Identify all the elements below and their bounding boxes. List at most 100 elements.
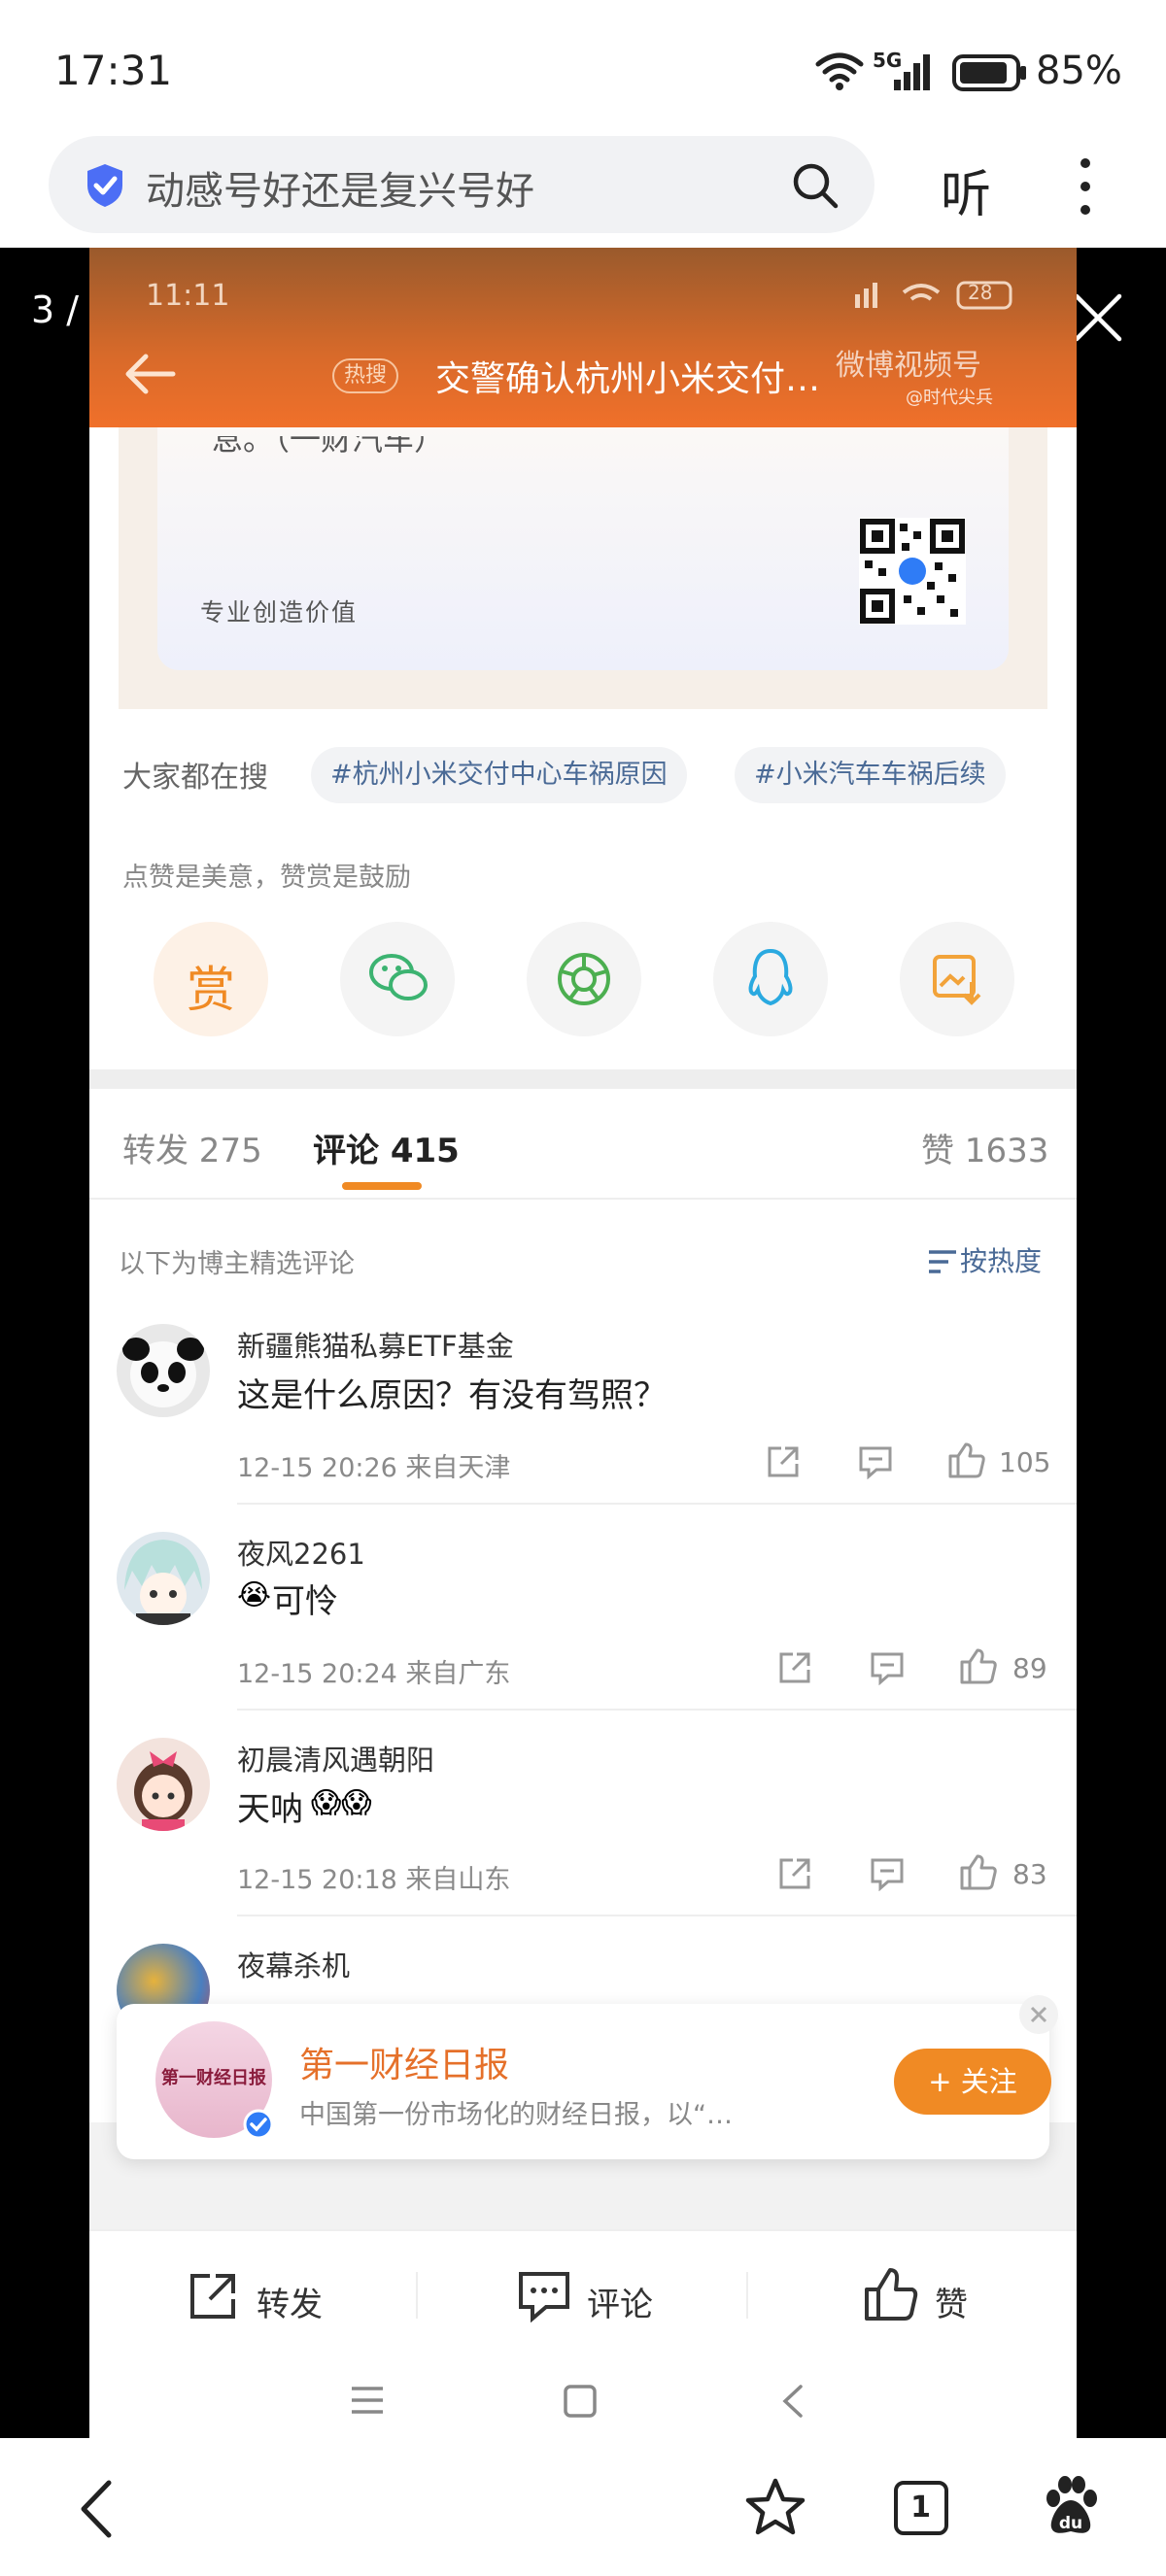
avatar[interactable] xyxy=(117,1738,210,1831)
image-viewer: 3 / 4 11:11 28 热搜 交警确认杭州小米交付… 微博视频号 @时代尖… xyxy=(0,248,1166,2438)
listen-button[interactable]: 听 xyxy=(941,153,991,226)
action-divider xyxy=(746,2272,748,2319)
comment-author[interactable]: 夜风2261 xyxy=(237,1532,365,1573)
reply-icon[interactable] xyxy=(869,1856,906,1891)
comment-text: 可怜 xyxy=(272,1582,338,1621)
status-bar: 17:31 5G 85% xyxy=(0,0,1166,136)
baidu-paw-icon[interactable]: du xyxy=(1040,2475,1102,2539)
reward-prompt: 点赞是美意，赞赏是鼓励 xyxy=(122,863,411,893)
reply-icon[interactable] xyxy=(869,1650,906,1685)
comment-text: 天呐 xyxy=(237,1790,303,1829)
ad-slogan: 专业创造价值 xyxy=(200,598,359,627)
browser-bottom-nav: 1 du xyxy=(0,2438,1166,2576)
repost-action[interactable]: 转发 xyxy=(257,2278,323,2325)
reward-icon[interactable]: 赏 xyxy=(154,922,268,1036)
qr-code-icon xyxy=(859,518,966,625)
tabs-divider xyxy=(89,1198,1077,1200)
inner-status-icons xyxy=(855,281,1012,310)
menu-nav-icon[interactable] xyxy=(348,2385,387,2416)
header-title: 交警确认杭州小米交付… xyxy=(435,359,821,399)
status-time: 17:31 xyxy=(54,47,173,94)
like-count: 89 xyxy=(1012,1652,1047,1684)
wechat-icon[interactable] xyxy=(340,922,455,1036)
more-icon[interactable] xyxy=(1071,155,1100,218)
inner-time: 11:11 xyxy=(146,279,230,313)
back-arrow-icon[interactable] xyxy=(122,353,177,395)
close-card-icon[interactable] xyxy=(1016,1992,1061,2037)
action-divider xyxy=(416,2272,418,2319)
search-icon[interactable] xyxy=(791,161,840,210)
shield-icon xyxy=(87,164,122,207)
qq-icon[interactable] xyxy=(713,922,828,1036)
tab-likes[interactable]: 赞 1633 xyxy=(921,1124,1048,1171)
comment-divider xyxy=(237,1709,1077,1711)
avatar[interactable] xyxy=(117,1324,210,1417)
back-nav-icon[interactable] xyxy=(779,2383,805,2420)
battery-percent: 85% xyxy=(1036,49,1122,93)
comment-text: 这是什么原因？有没有驾照？ xyxy=(237,1376,667,1415)
watermark-line2: @时代尖兵 xyxy=(906,388,993,408)
repost-icon[interactable] xyxy=(777,1856,812,1891)
verified-icon xyxy=(243,2109,274,2140)
back-icon[interactable] xyxy=(76,2479,115,2539)
repost-icon[interactable] xyxy=(766,1444,801,1479)
repost-action-icon[interactable] xyxy=(187,2270,239,2322)
browser-search-bar: 动感号好还是复兴号好 听 xyxy=(0,136,1166,248)
hot-search-chip[interactable]: #杭州小米交付中心车祸原因 xyxy=(311,747,687,803)
moments-icon[interactable] xyxy=(527,922,641,1036)
tabs-button[interactable]: 1 xyxy=(894,2481,948,2535)
section-separator xyxy=(89,1069,1077,1089)
follow-card[interactable]: 第一财经日报 第一财经日报 中国第一份市场化的财经日报，以“… + 关注 xyxy=(117,1995,1058,2159)
save-image-icon[interactable] xyxy=(900,922,1014,1036)
svg-text:du: du xyxy=(1059,2514,1082,2533)
like-count: 83 xyxy=(1012,1858,1047,1890)
avatar[interactable] xyxy=(117,1532,210,1625)
reply-icon[interactable] xyxy=(857,1444,894,1479)
like-icon[interactable] xyxy=(958,1852,999,1891)
follow-card-name: 第一财经日报 xyxy=(299,2046,510,2085)
tab-active-indicator xyxy=(342,1182,422,1190)
sort-button[interactable]: 按热度 xyxy=(960,1240,1042,1279)
tabs-count: 1 xyxy=(910,2491,931,2525)
like-action-icon[interactable] xyxy=(863,2266,919,2322)
comment-author[interactable]: 新疆熊猫私募ETF基金 xyxy=(237,1324,514,1365)
like-count: 105 xyxy=(999,1446,1051,1478)
follow-button[interactable]: + 关注 xyxy=(894,2049,1051,2115)
logo-text: 第一财经日报 xyxy=(161,2068,266,2088)
hot-search-tag: 热搜 xyxy=(332,358,399,393)
wifi-icon xyxy=(815,52,864,90)
battery-icon xyxy=(952,54,1026,91)
comment-author[interactable]: 夜幕杀机 xyxy=(237,1944,350,1984)
comment-meta: 12-15 20:18 来自山东 xyxy=(237,1865,511,1895)
signal-icon xyxy=(894,54,930,90)
search-query[interactable]: 动感号好还是复兴号好 xyxy=(146,159,534,216)
repost-icon[interactable] xyxy=(777,1650,812,1685)
hot-search-label: 大家都在搜 xyxy=(122,761,268,795)
crying-emoji-icon: 😭 xyxy=(237,1578,272,1612)
tab-repost[interactable]: 转发 275 xyxy=(122,1124,262,1171)
close-icon[interactable] xyxy=(1073,292,1123,343)
comment-author[interactable]: 初晨清风遇朝阳 xyxy=(237,1738,434,1779)
hot-search-chip[interactable]: #小米汽车车祸后续 xyxy=(735,747,1006,803)
like-action[interactable]: 赞 xyxy=(935,2278,968,2325)
comments-header-label: 以下为博主精选评论 xyxy=(119,1249,355,1279)
tab-comments[interactable]: 评论 415 xyxy=(313,1124,460,1171)
follow-card-desc: 中国第一份市场化的财经日报，以“… xyxy=(299,2100,733,2130)
home-nav-icon[interactable] xyxy=(562,2383,599,2420)
comment-meta: 12-15 20:24 来自广东 xyxy=(237,1659,511,1689)
watermark-line1: 微博视频号 xyxy=(836,349,981,383)
emoji-icon: 😱😱 xyxy=(311,1786,372,1820)
like-icon[interactable] xyxy=(946,1441,987,1479)
search-box[interactable]: 动感号好还是复兴号好 xyxy=(49,136,874,233)
comment-meta: 12-15 20:26 来自天津 xyxy=(237,1453,511,1483)
comment-divider xyxy=(237,1915,1077,1916)
comment-divider xyxy=(237,1503,1077,1505)
inner-battery: 28 xyxy=(968,281,993,304)
favorite-star-icon[interactable] xyxy=(744,2477,806,2537)
reward-icon-label: 赏 xyxy=(187,962,235,1018)
weibo-screenshot: 11:11 28 热搜 交警确认杭州小米交付… 微博视频号 @时代尖兵 息。（一… xyxy=(89,248,1077,2438)
sort-icon[interactable] xyxy=(927,1248,958,1275)
comment-action-icon[interactable] xyxy=(517,2270,571,2322)
like-icon[interactable] xyxy=(958,1646,999,1685)
comment-action[interactable]: 评论 xyxy=(587,2278,653,2325)
